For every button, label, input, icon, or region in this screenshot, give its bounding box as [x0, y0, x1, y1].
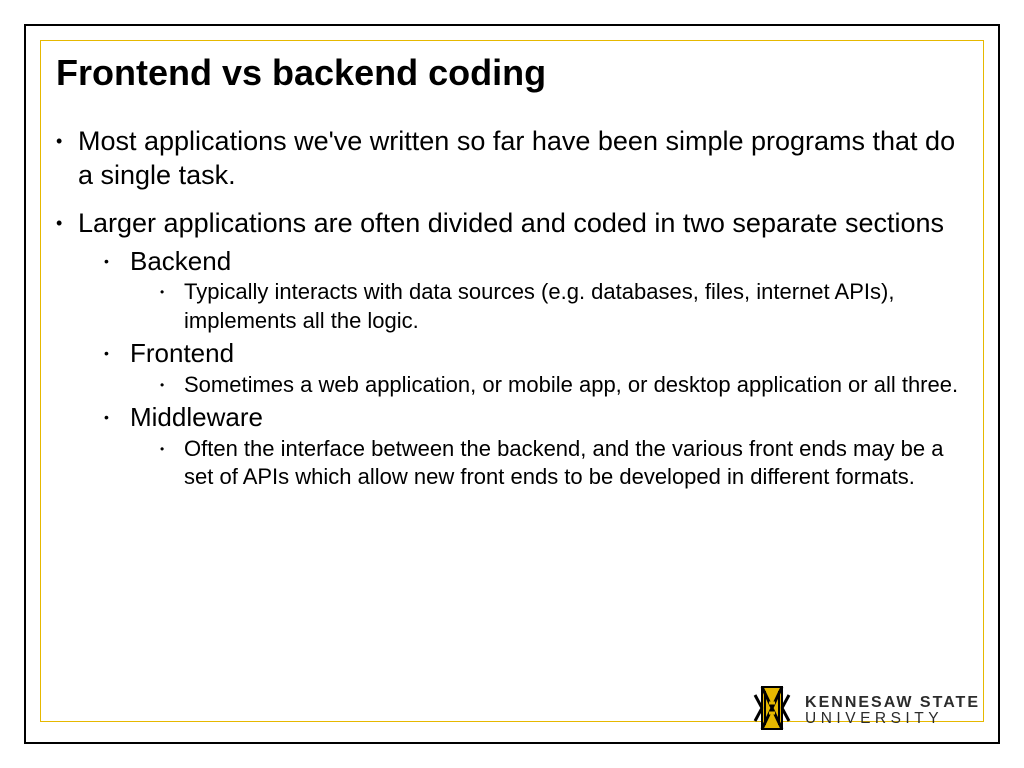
- slide: Frontend vs backend coding Most applicat…: [0, 0, 1024, 768]
- detail-text: Typically interacts with data sources (e…: [184, 279, 894, 332]
- sub-bullet-backend: Backend Typically interacts with data so…: [104, 245, 968, 335]
- sub-bullet-middleware: Middleware Often the interface between t…: [104, 401, 968, 491]
- logo-line2: UNIVERSITY: [805, 711, 980, 727]
- slide-content: Frontend vs backend coding Most applicat…: [56, 52, 968, 712]
- detail-text: Often the interface between the backend,…: [184, 436, 943, 489]
- bullet-text: Larger applications are often divided an…: [78, 208, 944, 238]
- detail-item: Sometimes a web application, or mobile a…: [160, 371, 968, 399]
- bullet-text: Most applications we've written so far h…: [78, 126, 955, 190]
- slide-title: Frontend vs backend coding: [56, 52, 968, 93]
- sub-bullet-label: Frontend: [130, 338, 234, 368]
- detail-item: Often the interface between the backend,…: [160, 435, 968, 491]
- detail-list: Typically interacts with data sources (e…: [130, 278, 968, 334]
- sub-bullet-label: Backend: [130, 246, 231, 276]
- logo-text: KENNESAW STATE UNIVERSITY: [805, 695, 980, 727]
- detail-list: Sometimes a web application, or mobile a…: [130, 371, 968, 399]
- university-logo: KENNESAW STATE UNIVERSITY: [749, 685, 980, 736]
- detail-text: Sometimes a web application, or mobile a…: [184, 372, 958, 397]
- sub-bullet-label: Middleware: [130, 402, 263, 432]
- detail-item: Typically interacts with data sources (e…: [160, 278, 968, 334]
- bullet-item: Larger applications are often divided an…: [56, 207, 968, 491]
- sub-bullet-frontend: Frontend Sometimes a web application, or…: [104, 337, 968, 399]
- detail-list: Often the interface between the backend,…: [130, 435, 968, 491]
- logo-line1: KENNESAW STATE: [805, 695, 980, 711]
- sub-bullet-list: Backend Typically interacts with data so…: [78, 245, 968, 491]
- bullet-item: Most applications we've written so far h…: [56, 125, 968, 193]
- bullet-list: Most applications we've written so far h…: [56, 125, 968, 490]
- ks-logo-icon: [749, 685, 795, 736]
